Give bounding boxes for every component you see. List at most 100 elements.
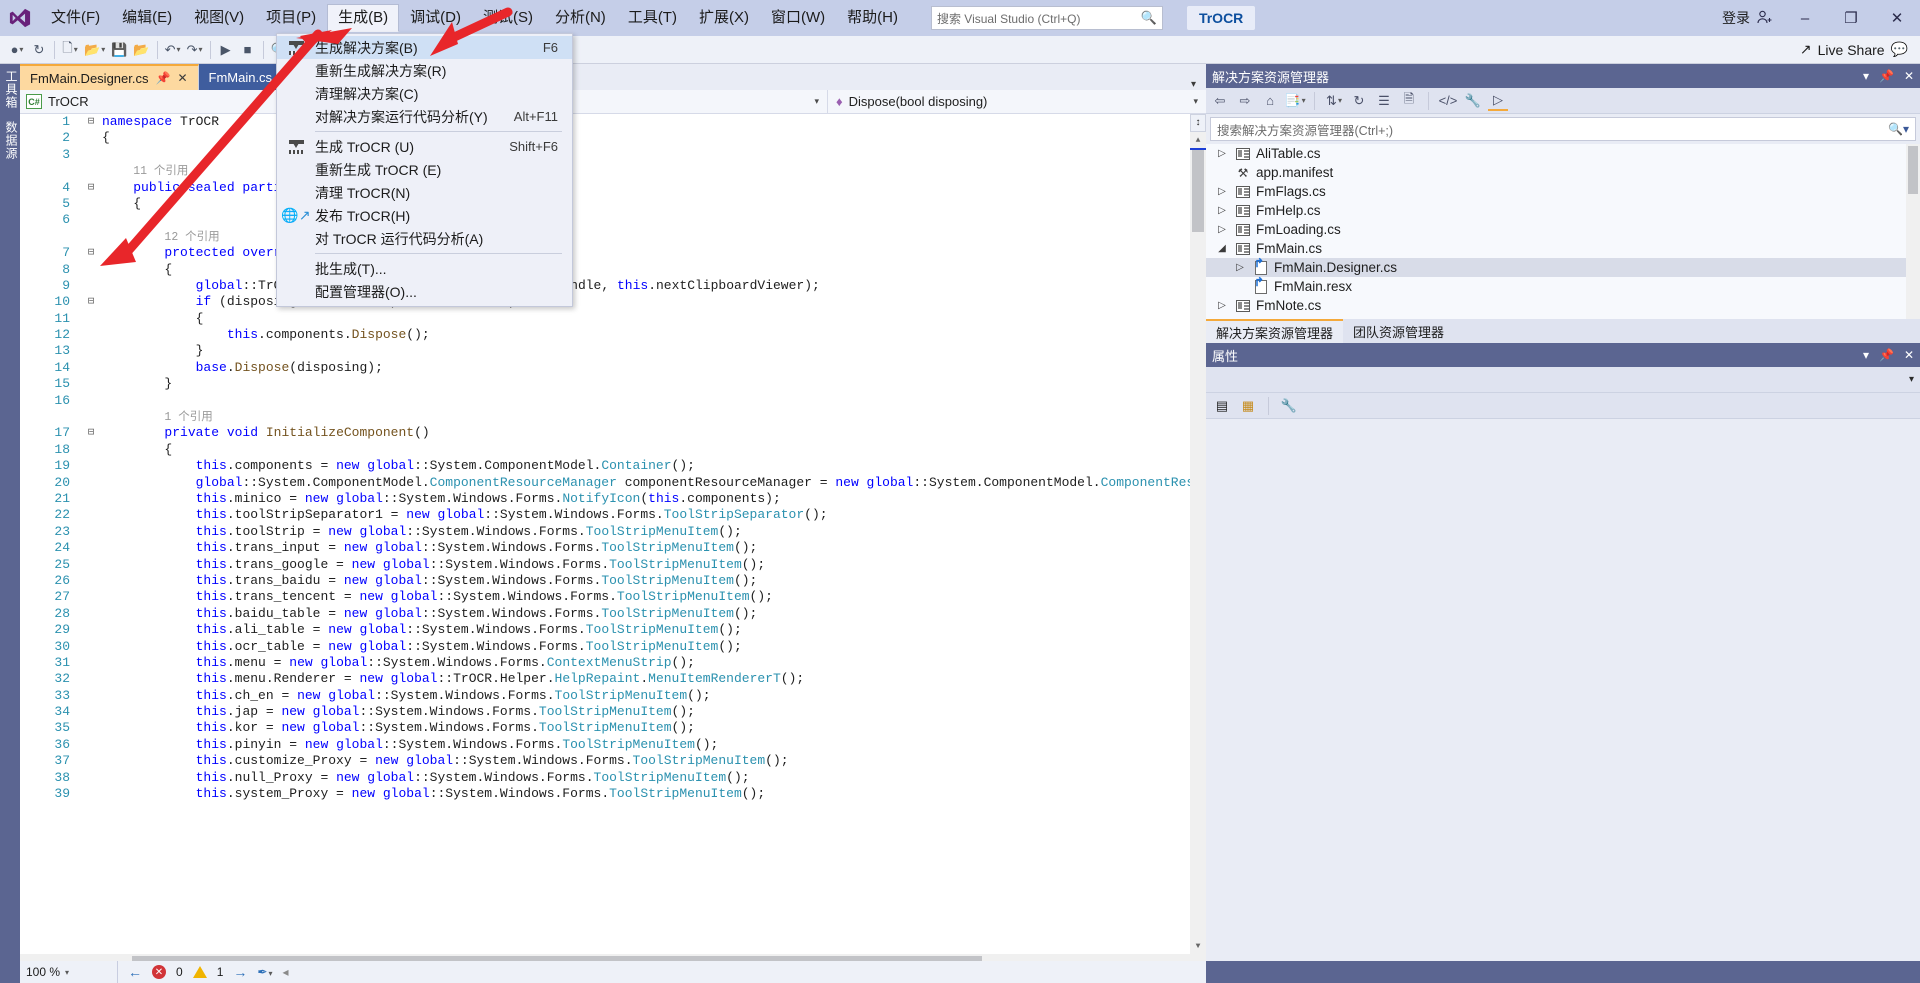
fold-toggle-icon[interactable] <box>80 376 102 392</box>
chevron-right-icon[interactable]: ▷ <box>1214 148 1230 159</box>
undo-icon[interactable]: ↶ ▾ <box>162 38 184 62</box>
chevron-right-icon[interactable]: ▷ <box>1214 300 1230 311</box>
restore-button[interactable]: ❐ <box>1828 1 1874 35</box>
fold-toggle-icon[interactable] <box>80 229 102 245</box>
fold-toggle-icon[interactable] <box>80 540 102 556</box>
tree-item-fmmain-designer-cs[interactable]: ▷ FmMain.Designer.cs <box>1206 256 1920 277</box>
home-icon[interactable]: ⌂ <box>1260 91 1280 111</box>
global-search-input[interactable]: 搜索 Visual Studio (Ctrl+Q) 🔍 <box>930 6 1163 30</box>
fold-toggle-icon[interactable] <box>80 393 102 409</box>
fold-toggle-icon[interactable] <box>80 704 102 720</box>
fold-toggle-icon[interactable] <box>80 442 102 458</box>
menu-item-view[interactable]: 视图(V) <box>183 4 255 32</box>
properties-object-selector[interactable]: ▾ <box>1206 367 1920 393</box>
redo-icon[interactable]: ↷ ▾ <box>184 38 206 62</box>
build-menu-item[interactable]: 重新生成解决方案(R) <box>277 59 572 82</box>
open-file-icon[interactable]: 📂 ▾ <box>81 38 108 62</box>
fold-toggle-icon[interactable] <box>80 196 102 212</box>
tree-item-fmhelp-cs[interactable]: ▷ FmHelp.cs <box>1206 201 1920 220</box>
menu-item-window[interactable]: 窗口(W) <box>760 4 836 32</box>
tree-scrollbar-thumb[interactable] <box>1908 146 1918 194</box>
sync-with-active-document-icon[interactable]: ⇅ ▾ <box>1324 91 1344 111</box>
tree-item-fmmain-cs[interactable]: ◢ FmMain.cs <box>1206 239 1920 258</box>
fold-toggle-icon[interactable]: ⊟ <box>80 294 102 310</box>
fold-toggle-icon[interactable] <box>80 720 102 736</box>
code-editor[interactable]: 1 ⊟ namespace TrOCR 2{3 11 个引用 4 ⊟ public sea… <box>20 114 1206 970</box>
editor-vertical-scrollbar[interactable]: ↕ ▲ ▼ <box>1190 114 1206 970</box>
alphabetical-view-icon[interactable]: ▦ <box>1238 396 1258 416</box>
menu-item-analyze[interactable]: 分析(N) <box>544 4 617 32</box>
fold-toggle-icon[interactable] <box>80 491 102 507</box>
build-menu-item[interactable]: 批生成(T)... <box>277 257 572 280</box>
fold-toggle-icon[interactable] <box>80 557 102 573</box>
pane-options-icon[interactable]: ▾ <box>1863 69 1869 83</box>
menu-bar[interactable]: 文件(F) 编辑(E) 视图(V) 项目(P) 生成(B) 调试(D) 测试(S… <box>40 0 909 36</box>
back-icon[interactable]: ⇦ <box>1210 91 1230 111</box>
refresh-icon[interactable]: ↻ <box>1349 91 1369 111</box>
fold-toggle-icon[interactable] <box>80 147 102 163</box>
fold-toggle-icon[interactable] <box>80 589 102 605</box>
properties-wrench-icon[interactable]: 🔧 <box>1279 396 1299 416</box>
chevron-down-icon[interactable]: ▾ <box>1909 374 1914 385</box>
fold-toggle-icon[interactable] <box>80 688 102 704</box>
tree-vertical-scrollbar[interactable] <box>1906 144 1920 319</box>
chevron-right-icon[interactable]: ▷ <box>1214 186 1230 197</box>
fold-toggle-icon[interactable] <box>80 524 102 540</box>
navigate-backward-icon[interactable]: ● ▾ <box>6 38 28 62</box>
view-code-icon[interactable]: </> <box>1438 91 1458 111</box>
menu-item-tools[interactable]: 工具(T) <box>617 4 688 32</box>
properties-icon[interactable]: 🔧 <box>1463 91 1483 111</box>
fold-toggle-icon[interactable] <box>80 770 102 786</box>
menu-item-help[interactable]: 帮助(H) <box>836 4 909 32</box>
fold-toggle-icon[interactable] <box>80 606 102 622</box>
chevron-right-icon[interactable]: ▷ <box>1232 262 1248 273</box>
fold-toggle-icon[interactable] <box>80 360 102 376</box>
chevron-right-icon[interactable]: ▷ <box>1214 205 1230 216</box>
tree-item-fmmain-resx[interactable]: FmMain.resx <box>1206 275 1920 296</box>
pane-options-icon[interactable]: ▾ <box>1863 348 1869 362</box>
tab-solution-explorer[interactable]: 解决方案资源管理器 <box>1206 319 1344 343</box>
fold-toggle-icon[interactable] <box>80 573 102 589</box>
build-menu-item[interactable]: 生成解决方案(B) F6 <box>277 36 572 59</box>
categorized-view-icon[interactable]: ▤ <box>1212 396 1232 416</box>
chevron-down-icon[interactable]: ◢ <box>1214 243 1230 254</box>
pending-changes-filter-icon[interactable]: 📑 ▾ <box>1284 91 1305 111</box>
editor-tab-fmmain-designer[interactable]: FmMain.Designer.cs 📌 ✕ <box>20 64 199 90</box>
fold-toggle-icon[interactable] <box>80 737 102 753</box>
tab-team-explorer[interactable]: 团队资源管理器 <box>1343 319 1454 343</box>
build-menu-item[interactable]: 生成 TrOCR (U) Shift+F6 <box>277 135 572 158</box>
minimize-button[interactable]: – <box>1782 1 1828 35</box>
menu-item-test[interactable]: 测试(S) <box>472 4 544 32</box>
scroll-up-icon[interactable]: ▲ <box>1190 132 1206 148</box>
menu-item-edit[interactable]: 编辑(E) <box>111 4 183 32</box>
pin-icon[interactable]: 📌 <box>1879 348 1894 362</box>
build-menu-item[interactable]: 对解决方案运行代码分析(Y) Alt+F11 <box>277 105 572 128</box>
menu-item-extensions[interactable]: 扩展(X) <box>688 4 760 32</box>
fold-toggle-icon[interactable] <box>80 163 102 179</box>
show-all-files-icon[interactable]: 🗎 <box>1399 91 1419 111</box>
solution-explorer-tree[interactable]: ▷ AliTable.cs ⚒ app.manifest ▷ FmFlags.cs ▷ FmH… <box>1206 144 1920 319</box>
close-icon[interactable]: ✕ <box>1904 348 1914 362</box>
scrollbar-thumb[interactable] <box>1192 150 1204 232</box>
fold-toggle-icon[interactable] <box>80 458 102 474</box>
fold-toggle-icon[interactable] <box>80 343 102 359</box>
fold-toggle-icon[interactable] <box>80 262 102 278</box>
editor-split-handle[interactable]: ↕ <box>1190 114 1206 132</box>
fold-toggle-icon[interactable]: ⊟ <box>80 425 102 441</box>
scroll-down-icon[interactable]: ▼ <box>1190 938 1206 954</box>
navigate-forward-icon[interactable]: ↻ <box>28 38 50 62</box>
fold-toggle-icon[interactable] <box>80 130 102 146</box>
properties-grid[interactable] <box>1206 419 1920 879</box>
tree-item-fmscreenpaste-cs[interactable]: ▷FmScreenPaste.cs <box>1206 315 1920 319</box>
chevron-right-icon[interactable]: ▷ <box>1214 224 1230 235</box>
build-menu-dropdown[interactable]: 生成解决方案(B) F6 重新生成解决方案(R) 清理解决方案(C) 对解决方案运行代码… <box>276 33 573 307</box>
fold-toggle-icon[interactable] <box>80 639 102 655</box>
tree-item-alitable-cs[interactable]: ▷ AliTable.cs <box>1206 144 1920 163</box>
build-menu-item[interactable]: 对 TrOCR 运行代码分析(A) <box>277 227 572 250</box>
fold-toggle-icon[interactable] <box>80 212 102 228</box>
build-menu-item[interactable]: 清理解决方案(C) <box>277 82 572 105</box>
tree-item-fmflags-cs[interactable]: ▷ FmFlags.cs <box>1206 182 1920 201</box>
menu-item-file[interactable]: 文件(F) <box>40 4 111 32</box>
solution-explorer-search-input[interactable]: 搜索解决方案资源管理器(Ctrl+;) 🔍▾ <box>1210 117 1916 141</box>
save-icon[interactable]: 💾 <box>108 38 130 62</box>
